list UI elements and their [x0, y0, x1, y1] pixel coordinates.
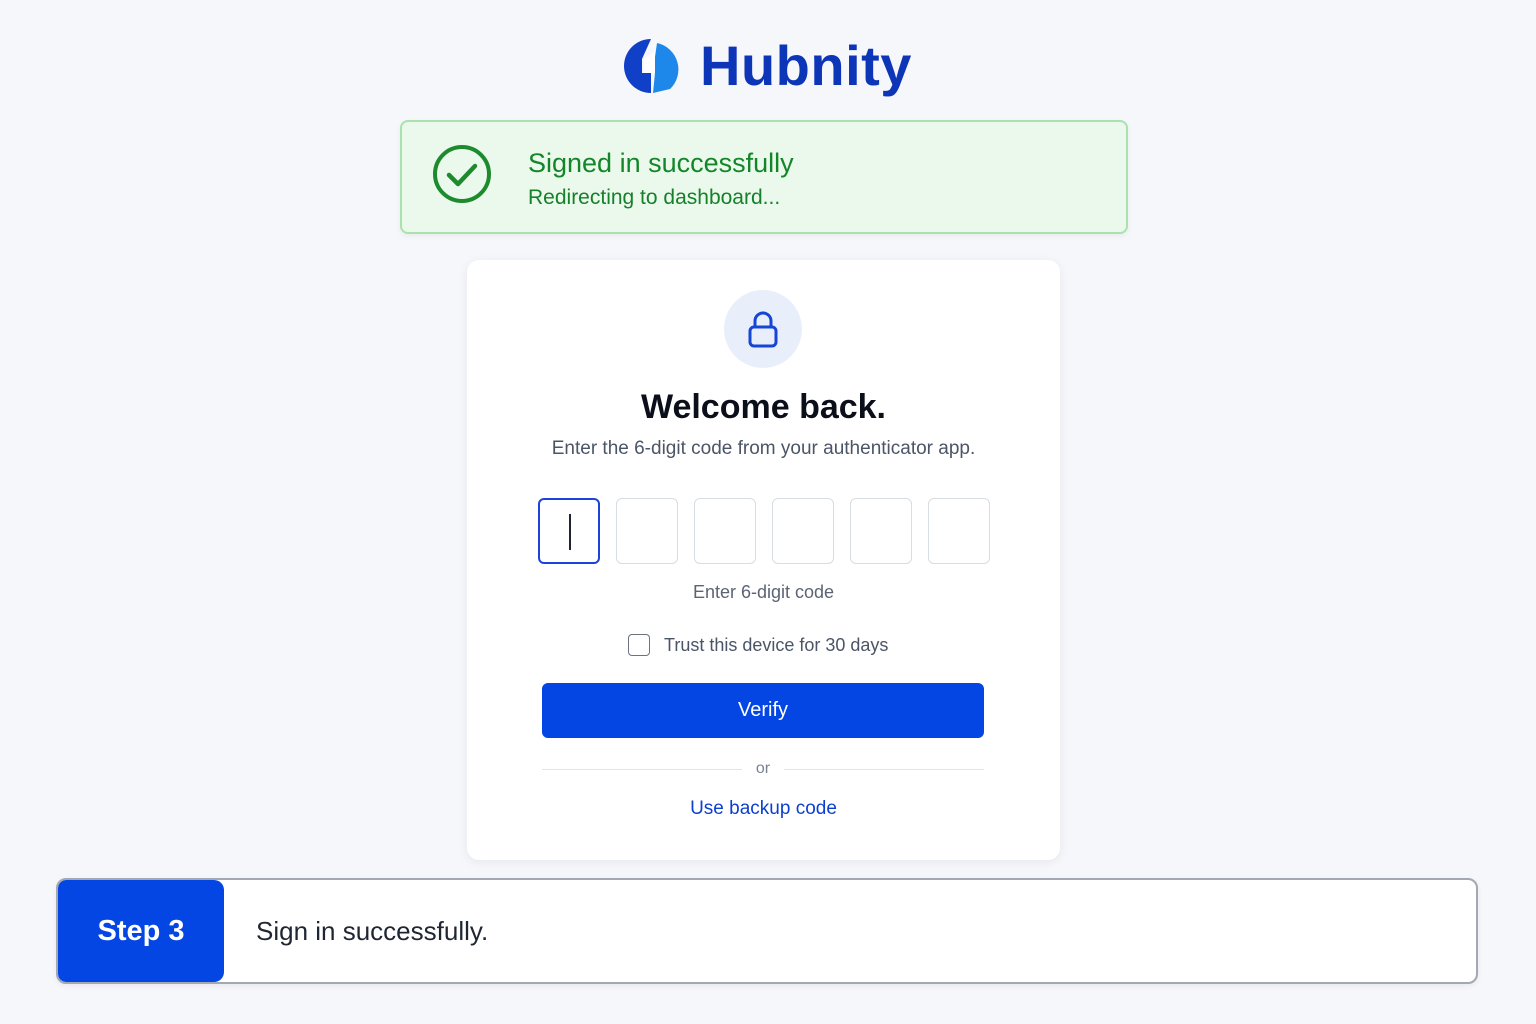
otp-digit-5[interactable] — [850, 498, 912, 564]
step-badge: Step 3 — [58, 880, 224, 982]
hubnity-logo-icon — [624, 39, 679, 93]
lock-badge — [724, 290, 802, 368]
step-caption: Step 3 Sign in successfully. — [56, 878, 1478, 984]
toast-subtitle: Redirecting to dashboard... — [528, 186, 781, 209]
trust-device-label[interactable]: Trust this device for 30 days — [664, 633, 888, 657]
trust-device-option[interactable]: Trust this device for 30 days — [628, 633, 888, 657]
check-circle-icon — [433, 145, 491, 203]
otp-digit-1[interactable] — [538, 498, 600, 564]
divider-label: or — [755, 760, 771, 777]
lock-icon — [748, 311, 778, 348]
page-title: Welcome back. — [640, 388, 887, 426]
divider-line — [784, 768, 985, 770]
divider-line — [542, 768, 742, 770]
otp-digit-4[interactable] — [772, 498, 834, 564]
otp-digit-6[interactable] — [928, 498, 990, 564]
text-caret — [569, 514, 571, 550]
brand-name: Hubnity — [700, 34, 912, 97]
verification-card: Welcome back. Enter the 6-digit code fro… — [467, 260, 1060, 860]
otp-digit-2[interactable] — [616, 498, 678, 564]
toast-title: Signed in successfully — [528, 148, 794, 178]
success-toast: Signed in successfully Redirecting to da… — [400, 120, 1128, 234]
verify-button[interactable]: Verify — [542, 683, 984, 738]
brand-logo: Hubnity — [622, 34, 912, 98]
page-subtitle: Enter the 6-digit code from your authent… — [551, 438, 976, 459]
otp-code-input — [538, 498, 990, 564]
step-description: Sign in successfully. — [256, 916, 489, 946]
use-backup-code-link[interactable]: Use backup code — [467, 796, 1060, 822]
otp-digit-3[interactable] — [694, 498, 756, 564]
or-divider: or — [542, 758, 985, 780]
trust-device-checkbox[interactable] — [628, 634, 650, 656]
code-hint: Enter 6-digit code — [692, 582, 835, 602]
